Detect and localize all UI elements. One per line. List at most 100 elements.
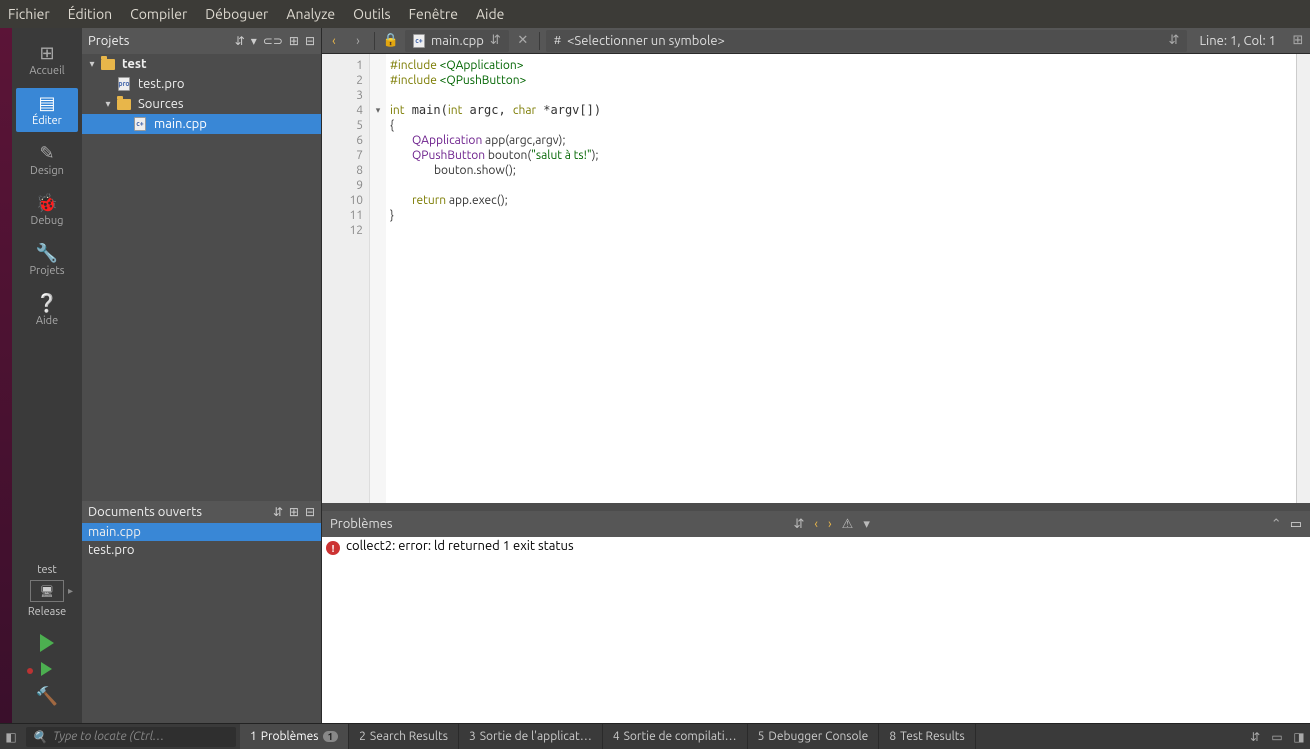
tree-file-main[interactable]: c+main.cpp [82,114,321,134]
error-message: collect2: error: ld returned 1 exit stat… [346,539,574,553]
close-tab-button[interactable]: ✕ [513,31,533,51]
open-doc-item[interactable]: main.cpp [82,523,321,541]
run-button[interactable] [40,634,54,652]
grid-icon: ⊞ [37,43,57,63]
symbol-crumb[interactable]: # <Selectionner un symbole> ⇵ [546,30,1188,52]
open-docs-title: Documents ouverts [88,505,273,519]
bottom-tab-app-output[interactable]: 3Sortie de l'applicat… [459,724,603,749]
hash-icon: # [554,35,561,47]
problems-pane: Problèmes ⇵ ‹ › ⚠ ▾ ⌃ ▭ ! collect2: erro… [322,503,1310,723]
menu-edition[interactable]: Édition [68,6,112,22]
problems-header: Problèmes ⇵ ‹ › ⚠ ▾ ⌃ ▭ [322,511,1310,537]
mode-projets[interactable]: 🔧 Projets [16,238,78,282]
ubuntu-launcher [0,28,12,723]
bottom-bar: ◧ 🔍 Type to locate (Ctrl… 1Problèmes1 2S… [0,723,1310,749]
open-docs-header: Documents ouverts ⇵ ⊞ ⊟ [82,501,321,523]
bottom-tab-search[interactable]: 2Search Results [349,724,459,749]
file-crumb-label: main.cpp [431,34,484,48]
project-tree[interactable]: ▾test protest.pro ▾Sources c+main.cpp [82,54,321,501]
problems-list[interactable]: ! collect2: error: ld returned 1 exit st… [322,537,1310,723]
lock-icon[interactable]: 🔒 [381,31,401,51]
sort-icon[interactable]: ⇵ [1244,730,1266,744]
mode-design-label: Design [30,165,64,177]
menu-bar: Fichier Édition Compiler Déboguer Analyz… [0,0,1310,28]
open-doc-item[interactable]: test.pro [82,541,321,559]
left-panel: Projets ⇵ ▾ ⊂⊃ ⊞ ⊟ ▾test protest.pro ▾So… [82,28,322,723]
link-icon[interactable]: ⊂⊃ [263,34,283,48]
next-issue-button[interactable]: › [828,517,832,532]
vertical-scrollbar[interactable] [1296,54,1310,503]
close-panel-icon[interactable]: ▭ [1266,730,1288,744]
error-icon: ! [326,541,340,555]
run-debug-button[interactable] [41,662,52,676]
mode-bar: ⊞ Accueil ▤ Éditer ✎ Design 🐞 Debug 🔧 Pr… [12,28,82,723]
build-button[interactable]: 🔨 [36,686,58,707]
right-sidebar-icon[interactable]: ◨ [1288,730,1310,744]
open-docs-list: main.cpp test.pro [82,523,321,723]
fold-column[interactable]: ▾ [370,54,386,503]
file-crumb[interactable]: c+ main.cpp ⇵ [405,30,509,52]
mode-accueil[interactable]: ⊞ Accueil [16,38,78,82]
prev-issue-button[interactable]: ‹ [814,517,818,532]
document-icon: ▤ [37,93,57,113]
bug-icon: 🐞 [37,193,57,213]
mode-projets-label: Projets [29,265,64,277]
code-content[interactable]: #include <QApplication> #include <QPushB… [386,54,1296,503]
nav-back-button[interactable]: ‹ [324,31,344,51]
mode-debug[interactable]: 🐞 Debug [16,188,78,232]
funnel-icon[interactable]: ▾ [863,517,870,532]
menu-fichier[interactable]: Fichier [8,6,50,22]
mode-editer[interactable]: ▤ Éditer [16,88,78,132]
code-editor[interactable]: 123456789101112 ▾ #include <QApplication… [322,54,1310,503]
menu-deboguer[interactable]: Déboguer [205,6,268,22]
collapse-icon[interactable]: ⌃ [1271,517,1282,532]
split-icon[interactable]: ⊞ [1288,31,1308,51]
menu-outils[interactable]: Outils [353,6,391,22]
mode-aide[interactable]: ❔ Aide [16,288,78,332]
filter-icon[interactable]: ▾ [251,34,257,48]
sort-icon[interactable]: ⇵ [235,34,245,48]
search-icon: 🔍 [32,730,47,744]
locator-input[interactable]: 🔍 Type to locate (Ctrl… [26,727,236,747]
kit-name: test [37,564,56,576]
chevron-right-icon: ▸ [68,585,73,597]
mode-design[interactable]: ✎ Design [16,138,78,182]
tree-folder-sources[interactable]: ▾Sources [82,94,321,114]
tree-root[interactable]: ▾test [82,54,321,74]
bottom-tab-problemes[interactable]: 1Problèmes1 [240,724,349,749]
problems-title: Problèmes [330,517,393,531]
menu-analyze[interactable]: Analyze [286,6,335,22]
dropdown-icon: ⇵ [490,33,501,48]
issue-count-badge: 1 [323,731,339,742]
help-icon: ❔ [37,293,57,313]
mode-debug-label: Debug [31,215,64,227]
menu-compiler[interactable]: Compiler [130,6,187,22]
close-split-icon[interactable]: ⊟ [305,34,315,48]
add-split-icon[interactable]: ⊞ [289,34,299,48]
menu-fenetre[interactable]: Fenêtre [409,6,458,22]
add-split-icon[interactable]: ⊞ [289,505,299,519]
close-split-icon[interactable]: ⊟ [305,505,315,519]
bug-overlay-icon [27,668,33,674]
nav-forward-button[interactable]: › [348,31,368,51]
menu-aide[interactable]: Aide [476,6,504,22]
symbol-crumb-label: <Selectionner un symbole> [567,34,725,48]
warning-icon[interactable]: ⚠ [842,517,854,532]
kit-selector[interactable]: test 🖥▸ Release [16,564,78,618]
bottom-tab-compile-output[interactable]: 4Sortie de compilati… [603,724,748,749]
bottom-tab-debugger[interactable]: 5Debugger Console [748,724,880,749]
editor-area: ‹ › 🔒 c+ main.cpp ⇵ ✕ # <Selectionner un… [322,28,1310,723]
mode-editer-label: Éditer [32,115,62,127]
bottom-tab-tests[interactable]: 8Test Results [879,724,975,749]
editor-toolbar: ‹ › 🔒 c+ main.cpp ⇵ ✕ # <Selectionner un… [322,28,1310,54]
dropdown-icon: ⇵ [1169,33,1180,48]
tree-file-pro[interactable]: protest.pro [82,74,321,94]
sort-icon[interactable]: ⇵ [273,505,283,519]
sidebar-toggle-icon[interactable]: ◧ [0,730,22,744]
projects-header: Projets ⇵ ▾ ⊂⊃ ⊞ ⊟ [82,28,321,54]
monitor-icon: 🖥▸ [30,580,64,602]
filter-icon[interactable]: ⇵ [793,517,804,532]
cursor-position: Line: 1, Col: 1 [1191,34,1284,48]
locator-placeholder: Type to locate (Ctrl… [53,730,164,743]
close-pane-button[interactable]: ▭ [1290,517,1302,532]
